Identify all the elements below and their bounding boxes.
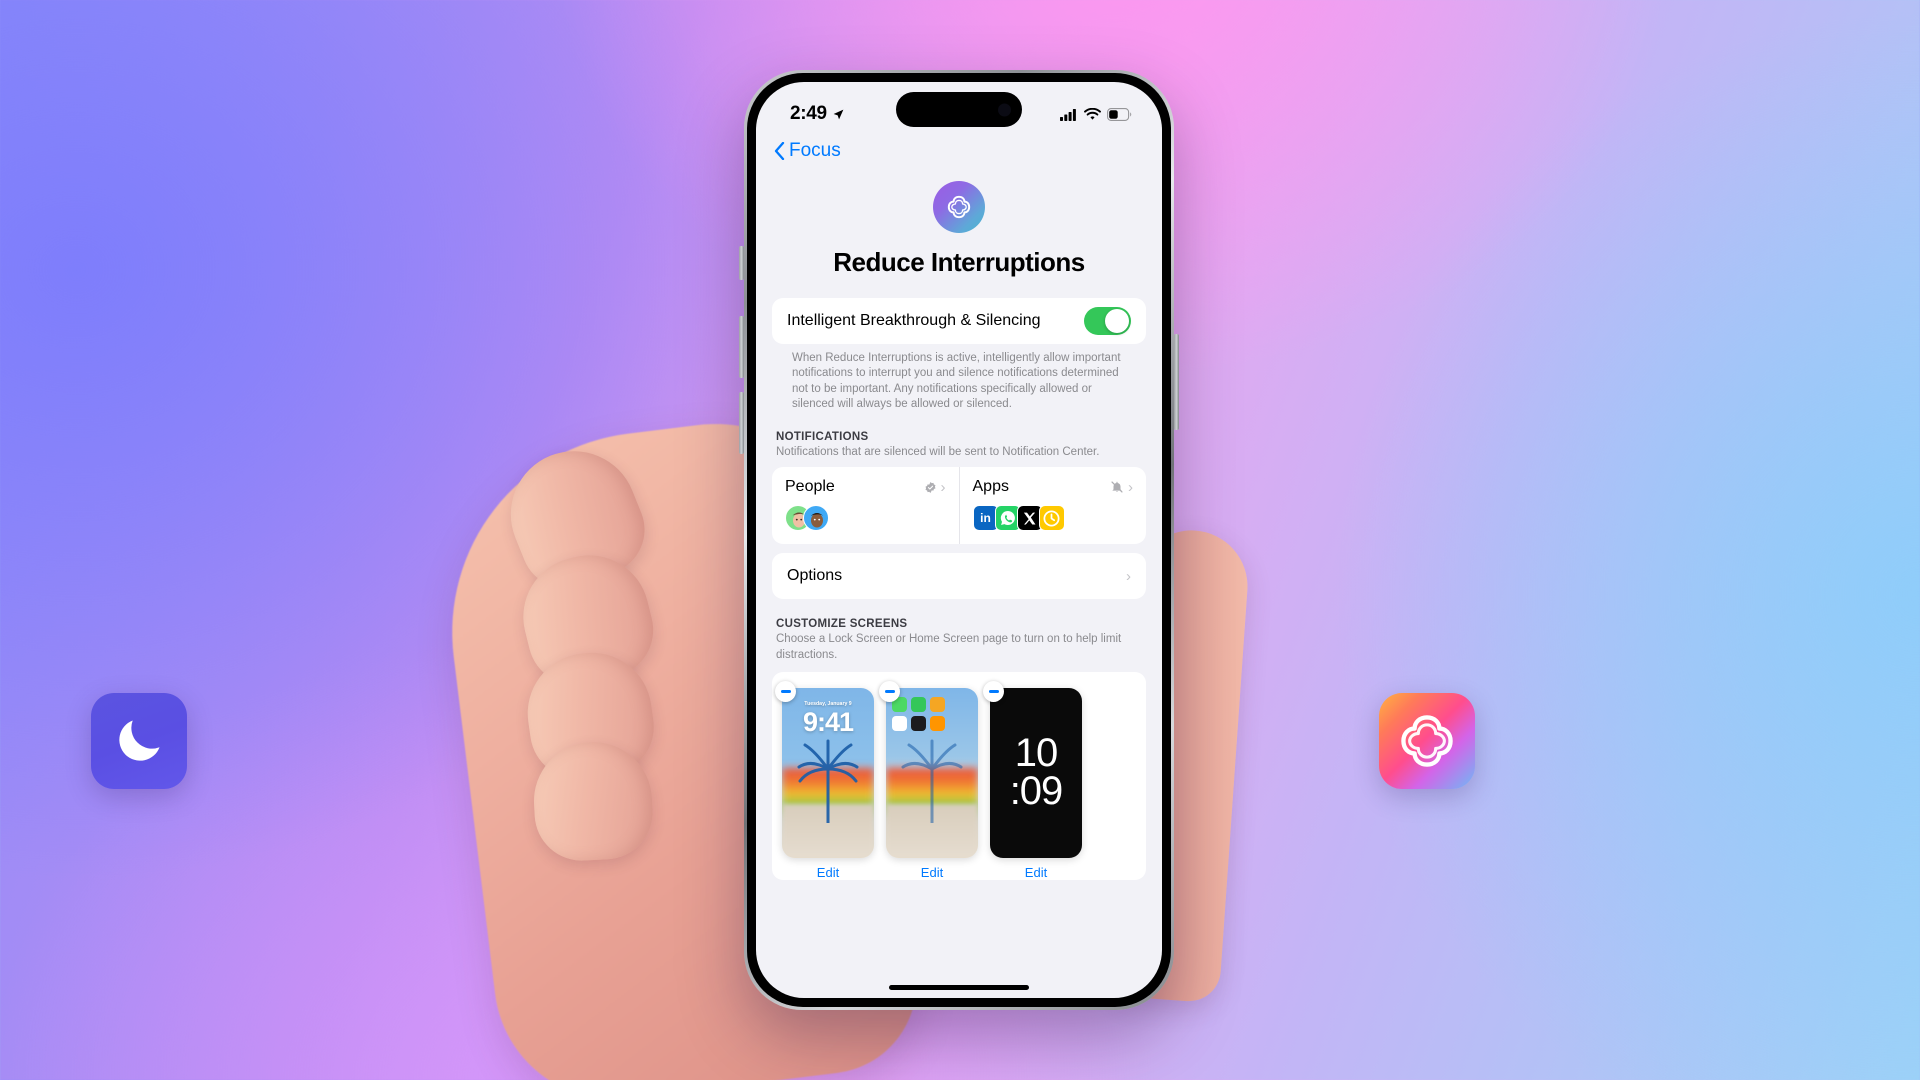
home-screen-thumbnail[interactable]: Edit [879,680,978,880]
people-apps-card: People › Apps › in [772,467,1147,545]
photos-app-icon [892,715,907,731]
chevron-left-icon [774,142,785,160]
apps-card-header: Apps › [973,478,1134,496]
home-indicator[interactable] [889,985,1029,990]
intelligent-breakthrough-toggle[interactable] [1084,307,1131,335]
clock-glyph-icon [1043,510,1060,527]
people-card-meta: › [924,479,946,496]
wifi-icon [1084,107,1101,120]
siri-flower-icon [947,195,971,219]
customize-screens-group: Tuesday, January 9 9:41 Edit Edit 10:09… [772,671,1146,880]
silent-switch[interactable] [739,246,744,280]
edit-link[interactable]: Edit [782,858,874,880]
home-screen-preview[interactable] [886,687,978,858]
x-glyph-icon [1023,512,1036,525]
volume-down-button[interactable] [739,392,744,454]
page-header: Reduce Interruptions [756,169,1162,298]
screens-strip[interactable]: Tuesday, January 9 9:41 Edit Edit 10:09… [772,671,1146,880]
customize-screens-subtitle: Choose a Lock Screen or Home Screen page… [776,633,1122,661]
apps-card[interactable]: Apps › in [958,467,1147,545]
bell-slash-icon [1111,481,1123,494]
hand-finger-pinky [530,738,656,864]
dark-lock-screen-preview[interactable]: 10 :09 [990,687,1082,858]
back-button-focus[interactable]: Focus [774,140,841,162]
lock-screen-thumbnail[interactable]: Tuesday, January 9 9:41 Edit [775,680,874,880]
options-label: Options [787,567,843,585]
dynamic-island [896,92,1022,127]
iphone-device: 2:49 Focus Reduce Interruptions Intellig… [739,70,1179,1010]
reduce-interruptions-icon [933,181,985,233]
home-screen-app-grid [892,696,964,731]
minus-circle-icon[interactable] [983,680,1004,702]
options-row[interactable]: Options › [772,553,1146,599]
clock-app-icon [1038,505,1065,532]
empty-slot [949,697,964,712]
minus-circle-icon[interactable] [879,680,900,702]
settings-content[interactable]: Focus Reduce Interruptions Intelligent B… [756,132,1162,998]
edit-link[interactable]: Edit [990,858,1082,880]
books-app-icon [930,715,945,731]
intelligent-breakthrough-footnote: When Reduce Interruptions is active, int… [792,352,1121,410]
notifications-section-header: NOTIFICATIONS [776,431,869,444]
options-card: Options › [772,553,1146,600]
battery-icon [1107,107,1132,121]
front-camera-icon [998,103,1011,116]
dark-time-minutes: :09 [1009,768,1064,813]
phone-bezel: 2:49 Focus Reduce Interruptions Intellig… [747,73,1171,1007]
checkmark-badge-icon [925,481,935,493]
volume-up-button[interactable] [739,316,744,378]
palm-tree-graphic [901,739,963,823]
files-app-icon [930,696,945,712]
intelligent-breakthrough-row[interactable]: Intelligent Breakthrough & Silencing [772,298,1146,344]
edit-link[interactable]: Edit [886,858,978,880]
chevron-right-icon: › [1128,478,1133,496]
navigation-bar: Focus [756,132,1162,169]
dark-lock-screen-time: 10 :09 [990,688,1082,858]
moon-icon [119,720,160,761]
hand-finger-middle [510,542,664,696]
people-card-title: People [785,478,835,496]
people-card-header: People › [785,478,946,496]
siri-flower-icon [1401,715,1453,767]
clock-app-icon [911,715,926,731]
status-bar-indicators [1060,107,1132,121]
intelligent-breakthrough-card: Intelligent Breakthrough & Silencing [772,298,1146,344]
customize-screens-header: CUSTOMIZE SCREENS [776,618,908,631]
memoji-avatar-2 [803,505,829,532]
intelligent-breakthrough-label: Intelligent Breakthrough & Silencing [787,312,1041,329]
memoji-face-icon [810,513,824,528]
do-not-disturb-app-icon[interactable] [91,693,187,789]
palm-tree-graphic [797,739,859,823]
chevron-right-icon: › [940,478,946,496]
apps-card-meta: › [1110,479,1133,496]
whatsapp-glyph-icon [1000,511,1015,526]
hand-finger-ring [519,644,661,786]
minus-circle-icon[interactable] [775,680,796,702]
power-button[interactable] [1174,334,1179,430]
location-arrow-icon [833,109,844,119]
cellular-bars-icon [1060,108,1076,121]
notifications-group: People › Apps › in Options › [772,467,1147,600]
page-title: Reduce Interruptions [833,247,1085,277]
hand-finger-index [491,432,659,602]
dark-lock-screen-thumbnail[interactable]: 10 :09 Edit [983,680,1082,880]
lock-screen-time: 9:41 [802,706,854,737]
phone-screen: 2:49 Focus Reduce Interruptions Intellig… [756,82,1162,998]
dark-time-hours: 10 [1014,731,1058,776]
notifications-section-subtitle: Notifications that are silenced will be … [776,446,1100,459]
back-button-label: Focus [789,140,841,161]
apps-icon-stack: in [972,505,1134,532]
intelligent-breakthrough-group: Intelligent Breakthrough & Silencing Whe… [772,298,1146,412]
lock-screen-preview[interactable]: Tuesday, January 9 9:41 [782,687,874,858]
apps-card-title: Apps [972,478,1009,496]
people-card[interactable]: People › [772,467,959,544]
chevron-right-icon: › [1126,567,1131,585]
people-avatars [785,505,946,532]
status-bar-time: 2:49 [790,103,827,124]
toggle-knob [1105,309,1129,333]
status-bar: 2:49 [756,82,1162,132]
phone-app-icon [911,696,926,712]
apple-intelligence-app-icon[interactable] [1379,693,1475,789]
status-bar-time-group: 2:49 [790,103,845,125]
